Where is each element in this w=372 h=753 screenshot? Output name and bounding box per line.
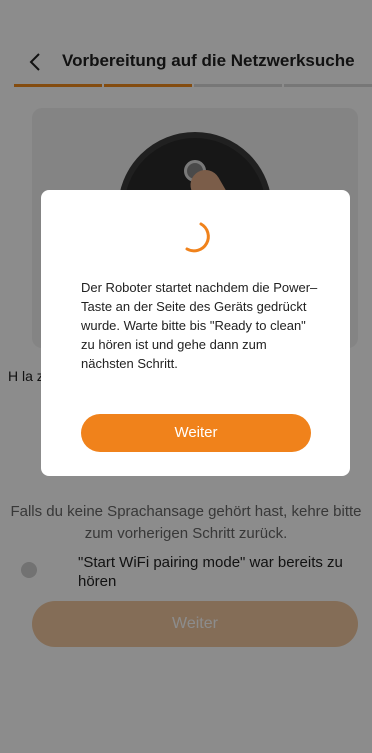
dialog-message: Der Roboter startet nachdem die Power–Ta… bbox=[81, 280, 318, 371]
spinner-icon bbox=[185, 222, 210, 253]
info-dialog: Der Roboter startet nachdem die Power–Ta… bbox=[41, 190, 350, 476]
dialog-continue-button[interactable]: Weiter bbox=[81, 414, 311, 452]
